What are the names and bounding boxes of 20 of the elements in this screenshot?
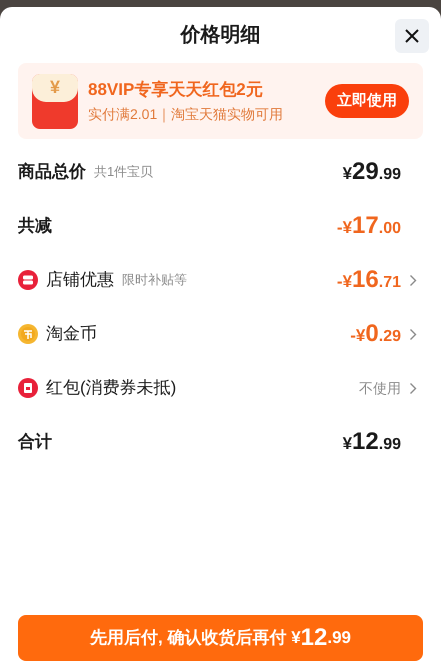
- yen-mark: ¥: [50, 76, 60, 99]
- price: -¥0.29: [350, 319, 401, 349]
- row-label: 共减: [18, 215, 52, 238]
- row-label: 店铺优惠: [46, 269, 114, 292]
- row-note: 共1件宝贝: [94, 163, 154, 182]
- pay-later-button[interactable]: 先用后付, 确认收货后再付 ¥12.99: [18, 615, 423, 661]
- price: -¥16.71: [336, 265, 401, 295]
- row-label: 商品总价: [18, 161, 86, 184]
- row-value: 不使用: [359, 378, 401, 398]
- row-note: 限时补贴等: [122, 271, 187, 290]
- price: ¥12.99: [342, 427, 401, 457]
- row-label: 红包(消费券未抵): [46, 377, 176, 400]
- row-label: 淘金币: [46, 323, 97, 346]
- sheet-title: 价格明细: [180, 23, 260, 48]
- promo-title: 88VIP专享天天红包2元: [88, 78, 264, 101]
- row-label: 合计: [18, 431, 52, 454]
- price: ¥29.99: [342, 157, 401, 187]
- price: -¥17.00: [336, 211, 401, 241]
- use-now-button[interactable]: 立即使用: [325, 84, 409, 118]
- promo-subtitle: 实付满2.01｜淘宝天猫实物可用: [88, 105, 284, 124]
